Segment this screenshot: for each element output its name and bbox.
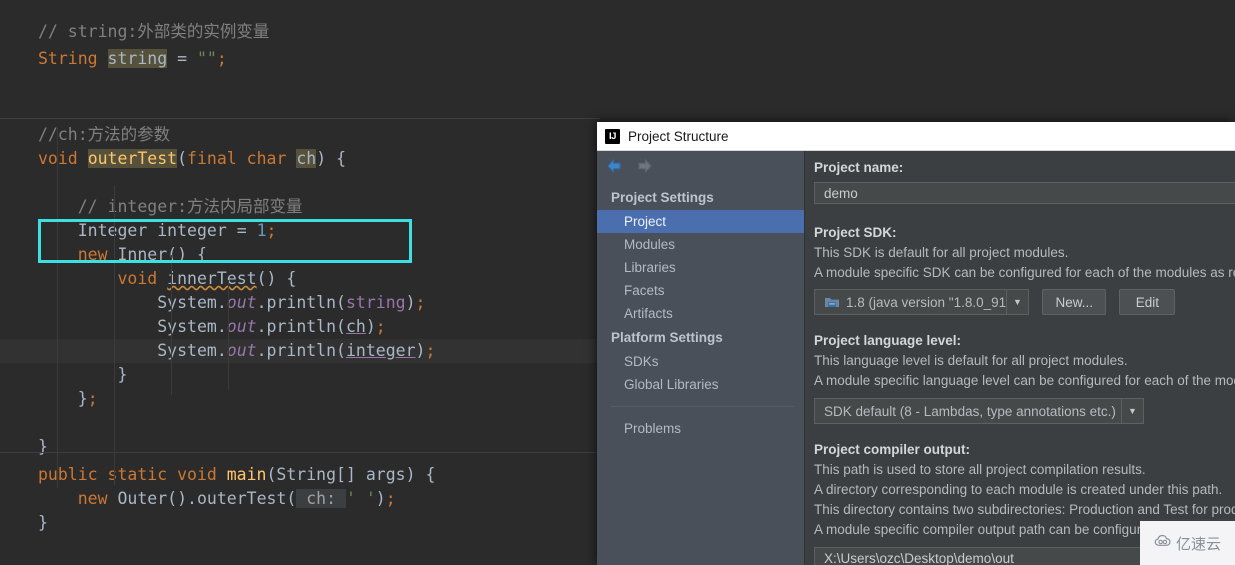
- sidebar-nav-list[interactable]: Project Settings Project Modules Libraries F…: [597, 185, 804, 396]
- back-arrow-icon[interactable]: [605, 158, 623, 174]
- indent-guide: [114, 185, 115, 485]
- code-line[interactable]: }: [0, 435, 600, 459]
- code-line[interactable]: String string = "";: [0, 47, 600, 71]
- editor-separator: [0, 452, 600, 453]
- sidebar-item-global-libraries[interactable]: Global Libraries: [597, 373, 804, 396]
- project-sdk-row: 1.8 (java version "1.8.0_91") ▼ New... E…: [814, 289, 1235, 315]
- dialog-body: Project Settings Project Modules Libraries F…: [597, 151, 1235, 565]
- project-language-level-row: SDK default (8 - Lambdas, type annotatio…: [814, 398, 1235, 424]
- sidebar-group-platform-settings: Platform Settings: [611, 330, 723, 345]
- editor-separator: [0, 118, 600, 119]
- project-sdk-combo[interactable]: 1.8 (java version "1.8.0_91") ▼: [814, 289, 1029, 315]
- project-sdk-value: 1.8 (java version "1.8.0_91"): [846, 294, 1006, 310]
- code-line[interactable]: System.out.println(string);: [0, 291, 600, 315]
- sidebar-item-artifacts[interactable]: Artifacts: [597, 302, 804, 325]
- code-line[interactable]: System.out.println(ch);: [0, 315, 600, 339]
- cloud-icon: [1154, 533, 1173, 553]
- sidebar-toolbar: [597, 151, 804, 181]
- project-language-level-desc-2: A module specific language level can be …: [814, 373, 1235, 388]
- sidebar-item-sdks[interactable]: SDKs: [597, 350, 804, 373]
- sdk-edit-button[interactable]: Edit: [1119, 289, 1176, 315]
- dialog-titlebar: IJ Project Structure: [597, 122, 1235, 151]
- code-line[interactable]: System.out.println(integer);: [0, 339, 600, 363]
- watermark: 亿速云: [1140, 519, 1235, 565]
- chevron-down-icon[interactable]: ▼: [1006, 290, 1028, 314]
- project-sdk-desc-1: This SDK is default for all project modu…: [814, 245, 1069, 260]
- folder-icon: [824, 295, 840, 309]
- code-line[interactable]: void outerTest(final char ch) {: [0, 147, 600, 171]
- sdk-new-button[interactable]: New...: [1042, 289, 1106, 315]
- sidebar-group-project-settings: Project Settings: [611, 190, 714, 205]
- code-line[interactable]: };: [0, 387, 600, 411]
- sidebar-divider: [611, 406, 794, 407]
- indent-guide: [171, 255, 172, 395]
- project-compiler-output-desc-3: This directory contains two subdirectori…: [814, 502, 1235, 517]
- code-line[interactable]: //ch:方法的参数: [0, 123, 600, 147]
- project-name-input[interactable]: demo: [814, 182, 1235, 204]
- project-name-label: Project name:: [814, 160, 904, 175]
- forward-arrow-icon: [636, 158, 654, 174]
- sidebar-item-facets[interactable]: Facets: [597, 279, 804, 302]
- dialog-sidebar[interactable]: Project Settings Project Modules Libraries F…: [597, 151, 804, 565]
- project-compiler-output-desc-1: This path is used to store all project c…: [814, 462, 1146, 477]
- project-sdk-label: Project SDK:: [814, 225, 897, 240]
- indent-guide: [228, 280, 229, 390]
- code-line[interactable]: new Outer().outerTest( ch: ' ');: [0, 487, 600, 511]
- project-language-level-value: SDK default (8 - Lambdas, type annotatio…: [824, 403, 1116, 419]
- project-language-level-desc-1: This language level is default for all p…: [814, 353, 1128, 368]
- project-language-level-combo[interactable]: SDK default (8 - Lambdas, type annotatio…: [814, 398, 1144, 424]
- project-compiler-output-label: Project compiler output:: [814, 442, 971, 457]
- code-line[interactable]: // integer:方法内局部变量: [0, 195, 600, 219]
- intellij-idea-icon: IJ: [605, 128, 620, 144]
- code-line[interactable]: public static void main(String[] args) {: [0, 463, 600, 487]
- dialog-content-pane: Project name: demo Project SDK: This SDK…: [804, 151, 1235, 565]
- indent-guide: [57, 128, 58, 488]
- code-line[interactable]: void innerTest() {: [0, 267, 600, 291]
- project-structure-dialog[interactable]: IJ Project Structure Project Settings Pro…: [597, 122, 1235, 565]
- sidebar-item-problems[interactable]: Problems: [597, 417, 804, 440]
- dialog-title: Project Structure: [628, 128, 729, 144]
- project-sdk-desc-2: A module specific SDK can be configured …: [814, 265, 1235, 280]
- code-line[interactable]: new Inner() {: [0, 243, 600, 267]
- sidebar-item-libraries[interactable]: Libraries: [597, 256, 804, 279]
- code-line[interactable]: }: [0, 511, 600, 535]
- watermark-text: 亿速云: [1175, 534, 1221, 553]
- code-line[interactable]: }: [0, 363, 600, 387]
- project-language-level-label: Project language level:: [814, 333, 962, 348]
- chevron-down-icon[interactable]: ▼: [1121, 399, 1143, 423]
- sidebar-item-modules[interactable]: Modules: [597, 233, 804, 256]
- project-compiler-output-desc-2: A directory corresponding to each module…: [814, 482, 1223, 497]
- sidebar-item-project[interactable]: Project: [597, 210, 804, 233]
- code-line[interactable]: // string:外部类的实例变量: [0, 20, 600, 44]
- code-line[interactable]: Integer integer = 1;: [0, 219, 600, 243]
